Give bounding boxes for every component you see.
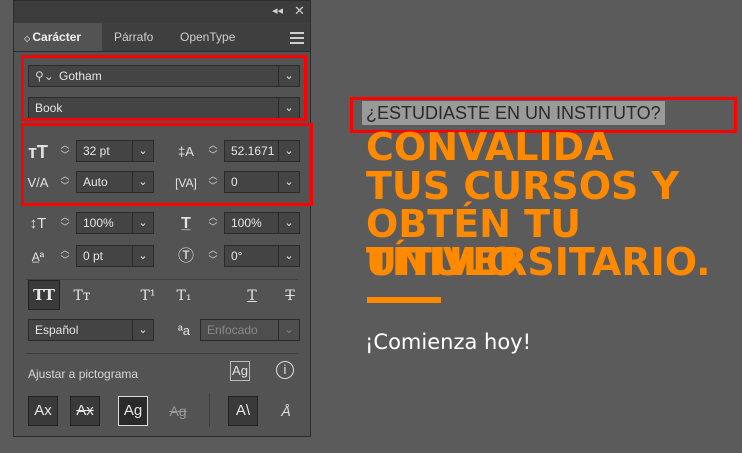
small-caps-icon[interactable]: Tт	[70, 284, 94, 308]
rotation-icon: Ⓣ	[177, 248, 194, 265]
language-value: Español	[35, 323, 79, 337]
highlight-metrics-box	[21, 123, 313, 206]
panel-title-bar: ◂◂ ✕	[14, 1, 310, 23]
horizontal-scale-field[interactable]: 100% ⌄	[224, 212, 300, 234]
snap-glyph-bounds-button[interactable]: Ag	[118, 396, 148, 426]
language-select[interactable]: Español ⌄	[28, 319, 154, 341]
divider	[26, 353, 298, 354]
snap-angle-icon[interactable]: Å	[274, 399, 298, 423]
highlight-font-box	[21, 55, 307, 121]
close-icon[interactable]: ✕	[294, 3, 305, 19]
question-text: ¿ESTUDIASTE EN UN INSTITUTO?	[362, 101, 665, 125]
baseline-shift-value: 0 pt	[83, 249, 104, 263]
antialias-icon: ªa	[177, 323, 191, 338]
orange-rule	[367, 297, 441, 303]
tab-label: Carácter	[32, 30, 82, 44]
divider	[26, 279, 298, 280]
panel-tabs: ◇ Carácter Párrafo OpenType	[14, 23, 310, 52]
snap-proximity-icon[interactable]: Ag	[166, 399, 190, 423]
panel-menu-icon[interactable]	[290, 29, 304, 47]
horizontal-scale-icon: T̲	[181, 215, 191, 232]
tab-label: OpenType	[180, 30, 236, 44]
rotation-field[interactable]: 0° ⌄	[224, 245, 300, 267]
headline-line: CONVALIDA	[366, 125, 614, 169]
snap-x-height-button[interactable]: Ax	[70, 396, 100, 426]
vertical-scale-field[interactable]: 100% ⌄	[76, 212, 154, 234]
rotation-value: 0°	[231, 249, 243, 263]
cta-text: ¡Comienza hoy!	[365, 330, 532, 354]
tab-label: Párrafo	[114, 30, 154, 44]
snap-angular-button[interactable]: A\	[228, 396, 258, 426]
chevron-down-icon: ⌄	[278, 320, 299, 340]
snap-to-glyph-label: Ajustar a pictograma	[28, 367, 139, 381]
superscript-icon[interactable]: T¹	[136, 284, 160, 308]
horizontal-scale-value: 100%	[231, 216, 262, 230]
baseline-shift-field[interactable]: 0 pt ⌄	[76, 245, 154, 267]
glyph-options-icon[interactable]: Ag	[230, 361, 250, 381]
antialias-value: Enfocado	[207, 323, 258, 337]
info-icon[interactable]: i	[276, 361, 294, 379]
vertical-scale-icon: ↕T	[29, 215, 47, 232]
vertical-scale-stepper[interactable]: ︿ ﹀	[58, 212, 72, 234]
chevron-down-icon[interactable]: ⌄	[278, 213, 299, 233]
antialias-select[interactable]: Enfocado ⌄	[200, 319, 300, 341]
baseline-shift-stepper[interactable]: ︿ ﹀	[58, 245, 72, 267]
tab-caracter[interactable]: ◇ Carácter	[14, 23, 102, 51]
double-chevron-icon[interactable]: ◂◂	[272, 4, 283, 17]
underline-icon[interactable]: T	[240, 284, 264, 308]
chevron-down-icon[interactable]: ⌄	[278, 246, 299, 266]
headline-line: TUS CURSOS Y	[366, 164, 680, 208]
rotation-stepper[interactable]: ︿ ﹀	[206, 245, 220, 267]
horizontal-scale-stepper[interactable]: ︿ ﹀	[206, 212, 220, 234]
all-caps-button[interactable]: TT	[28, 280, 60, 310]
vertical-scale-value: 100%	[83, 216, 114, 230]
chevron-down-icon[interactable]: ⌄	[132, 320, 153, 340]
chevron-down-icon[interactable]: ⌄	[132, 246, 153, 266]
divider	[209, 393, 210, 427]
subscript-icon[interactable]: T₁	[172, 284, 196, 308]
strikethrough-icon[interactable]: T	[278, 284, 302, 308]
tab-parrafo[interactable]: Párrafo	[104, 23, 163, 51]
snap-baseline-button[interactable]: Ax	[28, 396, 58, 426]
baseline-shift-icon: A̲ª	[31, 250, 45, 264]
tab-opentype[interactable]: OpenType	[170, 23, 245, 51]
chevron-down-icon[interactable]: ⌄	[132, 213, 153, 233]
headline-line: UNIVERSITARIO.	[366, 240, 711, 284]
